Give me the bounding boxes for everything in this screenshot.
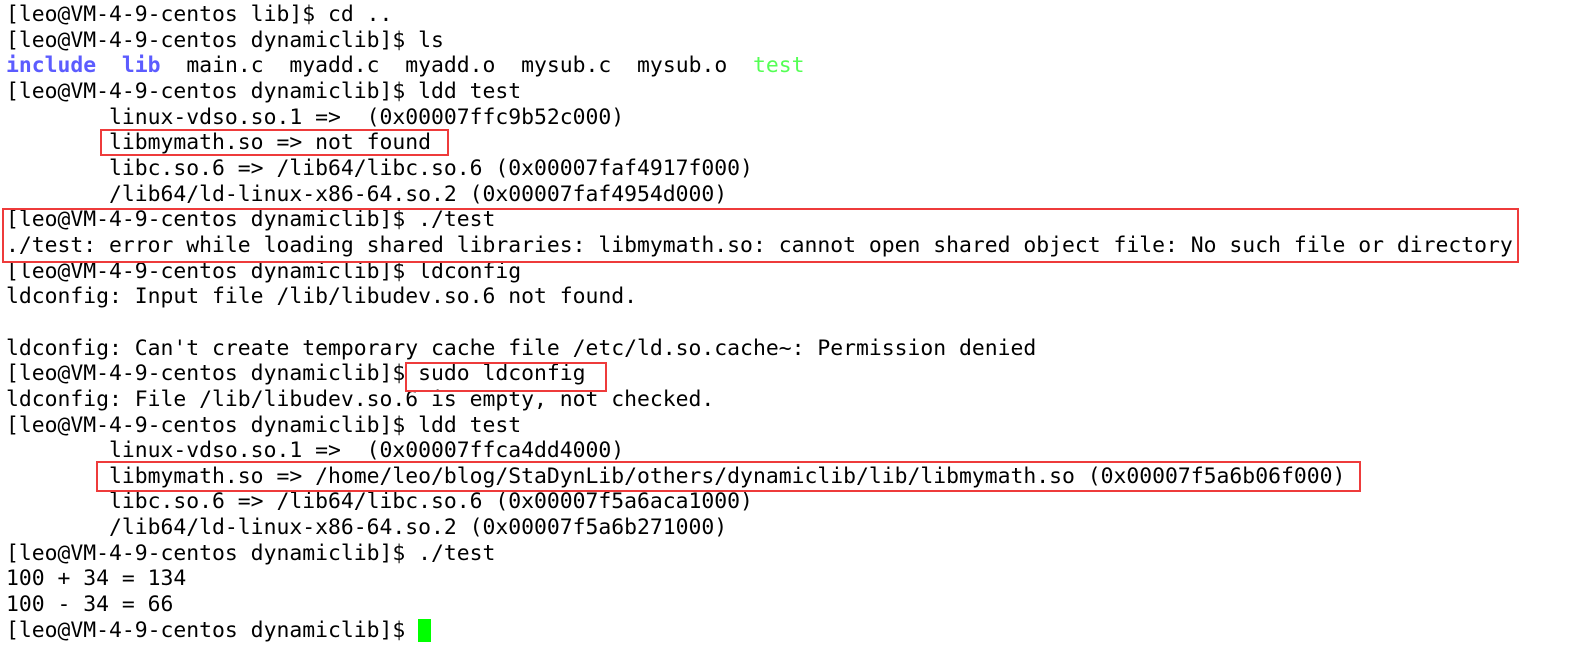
terminal-line: [leo@VM-4-9-centos dynamiclib]$ ldd test	[6, 413, 1513, 439]
terminal-text: 100 - 34 = 66	[6, 592, 174, 618]
terminal-line: linux-vdso.so.1 => (0x00007ffca4dd4000)	[6, 438, 1513, 464]
ls-entry-directory: lib	[121, 53, 161, 79]
terminal-text: libc.so.6 => /lib64/libc.so.6 (0x00007f5…	[6, 489, 753, 515]
highlight-box-not-found	[100, 129, 449, 156]
terminal-text: ldconfig: Input file /lib/libudev.so.6 n…	[6, 284, 638, 310]
terminal-line: [leo@VM-4-9-centos dynamiclib]$ ldd test	[6, 79, 1513, 105]
terminal-text: [leo@VM-4-9-centos dynamiclib]$ ldd test	[6, 412, 522, 438]
highlight-box-sudo-ldconfig	[405, 362, 607, 392]
terminal-cursor	[418, 618, 432, 642]
terminal-text: /lib64/ld-linux-x86-64.so.2 (0x00007faf4…	[6, 181, 728, 207]
terminal-text: ldconfig: Can't create temporary cache f…	[6, 335, 1037, 361]
terminal-line: [leo@VM-4-9-centos dynamiclib]$ ./test	[6, 541, 1513, 567]
terminal-line: ldconfig: File /lib/libudev.so.6 is empt…	[6, 387, 1513, 413]
terminal-line: ldconfig: Input file /lib/libudev.so.6 n…	[6, 284, 1513, 310]
terminal-line: libc.so.6 => /lib64/libc.so.6 (0x00007fa…	[6, 156, 1513, 182]
terminal-text: ldconfig: File /lib/libudev.so.6 is empt…	[6, 386, 715, 412]
ls-entry-executable: test	[752, 53, 805, 79]
terminal-line: include lib main.c myadd.c myadd.o mysub…	[6, 53, 1513, 79]
terminal-text: [leo@VM-4-9-centos lib]$ cd ..	[6, 2, 393, 27]
terminal-line: [leo@VM-4-9-centos dynamiclib]$ sudo ldc…	[6, 361, 1513, 387]
highlight-box-load-error	[2, 208, 1519, 263]
terminal-line: [leo@VM-4-9-centos dynamiclib]$ ls	[6, 28, 1513, 54]
terminal-line: 100 - 34 = 66	[6, 592, 1513, 618]
terminal-text: /lib64/ld-linux-x86-64.so.2 (0x00007f5a6…	[6, 515, 728, 541]
terminal-text: [leo@VM-4-9-centos dynamiclib]$ ls	[6, 27, 444, 53]
terminal-text: [leo@VM-4-9-centos dynamiclib]$ ./test	[6, 540, 496, 566]
terminal-line: linux-vdso.so.1 => (0x00007ffc9b52c000)	[6, 105, 1513, 131]
terminal-line: [leo@VM-4-9-centos dynamiclib]$	[6, 618, 1513, 644]
terminal-line: libc.so.6 => /lib64/libc.so.6 (0x00007f5…	[6, 489, 1513, 515]
terminal-line: /lib64/ld-linux-x86-64.so.2 (0x00007faf4…	[6, 182, 1513, 208]
terminal-line: [leo@VM-4-9-centos lib]$ cd ..	[6, 2, 1513, 28]
terminal-text: [leo@VM-4-9-centos dynamiclib]$	[6, 617, 419, 643]
terminal-text: [leo@VM-4-9-centos dynamiclib]$ ldd test	[6, 78, 522, 104]
terminal-text: main.c myadd.c myadd.o mysub.c mysub.o	[160, 53, 753, 79]
terminal-output[interactable]: [leo@VM-4-9-centos lib]$ cd .. [leo@VM-4-…	[6, 2, 1513, 643]
terminal-text: linux-vdso.so.1 => (0x00007ffca4dd4000)	[6, 438, 625, 464]
terminal-text: linux-vdso.so.1 => (0x00007ffc9b52c000)	[6, 104, 625, 130]
ls-entry-directory: include	[6, 53, 97, 79]
terminal-line: 100 + 34 = 134	[6, 566, 1513, 592]
highlight-box-lib-found	[96, 461, 1361, 492]
terminal-text: libc.so.6 => /lib64/libc.so.6 (0x00007fa…	[6, 155, 753, 181]
terminal-text: 100 + 34 = 134	[6, 566, 187, 592]
terminal-line: ldconfig: Can't create temporary cache f…	[6, 336, 1513, 362]
terminal-line: /lib64/ld-linux-x86-64.so.2 (0x00007f5a6…	[6, 515, 1513, 541]
